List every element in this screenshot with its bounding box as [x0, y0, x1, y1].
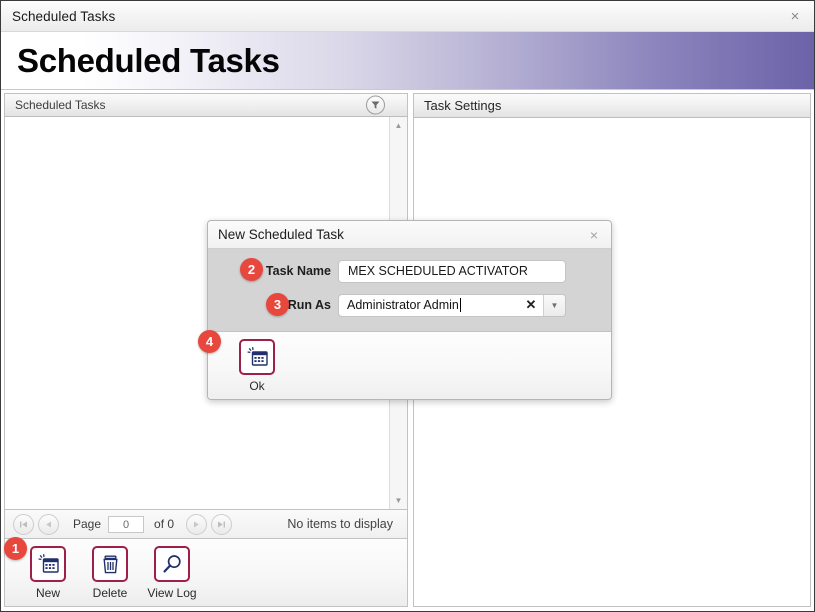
magnifier-icon	[154, 546, 190, 582]
clear-icon[interactable]: ✕	[519, 295, 543, 316]
delete-button-label: Delete	[92, 586, 128, 600]
window-titlebar: Scheduled Tasks ×	[1, 1, 814, 32]
close-icon[interactable]: ×	[782, 4, 808, 28]
chevron-up-icon[interactable]: ▲	[390, 117, 407, 134]
grid-pager: Page 0 of 0 No items to display	[4, 510, 408, 539]
delete-button[interactable]: Delete	[79, 546, 141, 600]
application-window: Scheduled Tasks × Scheduled Tasks Schedu…	[0, 0, 815, 612]
page-banner: Scheduled Tasks	[1, 32, 814, 90]
page-total-label: of 0	[154, 517, 175, 531]
page-number-input[interactable]: 0	[108, 515, 145, 533]
new-scheduled-task-icon	[30, 546, 66, 582]
new-button[interactable]: New	[17, 546, 79, 600]
run-as-combobox[interactable]: Administrator Admin ✕ ▼	[338, 293, 566, 317]
window-title: Scheduled Tasks	[12, 8, 116, 24]
last-page-button[interactable]	[211, 513, 233, 535]
scheduled-tasks-panel-header: Scheduled Tasks	[4, 93, 408, 117]
pager-status-text: No items to display	[287, 517, 393, 531]
dialog-title: New Scheduled Task	[218, 227, 344, 242]
task-settings-panel-label: Task Settings	[424, 98, 502, 113]
bottom-toolbar: New Delete View Log	[4, 539, 408, 607]
dialog-close-icon[interactable]: ×	[585, 226, 603, 244]
prev-page-button[interactable]	[38, 513, 59, 535]
ok-button[interactable]: Ok	[226, 339, 288, 393]
chevron-down-icon[interactable]: ▼	[390, 492, 407, 509]
new-button-label: New	[35, 586, 60, 600]
dialog-titlebar: New Scheduled Task ×	[208, 221, 611, 249]
dialog-body: Task Name MEX SCHEDULED ACTIVATOR Run As…	[208, 249, 611, 331]
trash-icon	[92, 546, 128, 582]
first-page-button[interactable]	[13, 513, 34, 535]
ok-button-label: Ok	[249, 379, 265, 393]
page-title: Scheduled Tasks	[17, 41, 280, 79]
run-as-label: Run As	[287, 298, 331, 312]
text-caret	[459, 298, 461, 312]
run-as-value: Administrator Admin	[347, 298, 459, 312]
view-log-button-label: View Log	[147, 586, 197, 600]
task-name-label: Task Name	[265, 264, 331, 278]
task-name-input[interactable]: MEX SCHEDULED ACTIVATOR	[338, 259, 566, 283]
new-scheduled-task-icon	[239, 339, 275, 375]
run-as-input[interactable]: Administrator Admin	[339, 295, 519, 316]
run-as-row: Run As Administrator Admin ✕ ▼	[208, 293, 611, 317]
scheduled-tasks-panel-label: Scheduled Tasks	[15, 98, 106, 112]
page-label: Page	[73, 517, 102, 531]
task-settings-panel-header: Task Settings	[413, 93, 811, 118]
next-page-button[interactable]	[186, 513, 208, 535]
task-name-row: Task Name MEX SCHEDULED ACTIVATOR	[208, 259, 611, 283]
chevron-down-icon[interactable]: ▼	[543, 294, 565, 316]
new-scheduled-task-dialog: New Scheduled Task × Task Name MEX SCHED…	[207, 220, 612, 400]
dialog-footer: Ok	[208, 331, 611, 399]
filter-icon[interactable]	[366, 95, 385, 115]
view-log-button[interactable]: View Log	[141, 546, 203, 600]
